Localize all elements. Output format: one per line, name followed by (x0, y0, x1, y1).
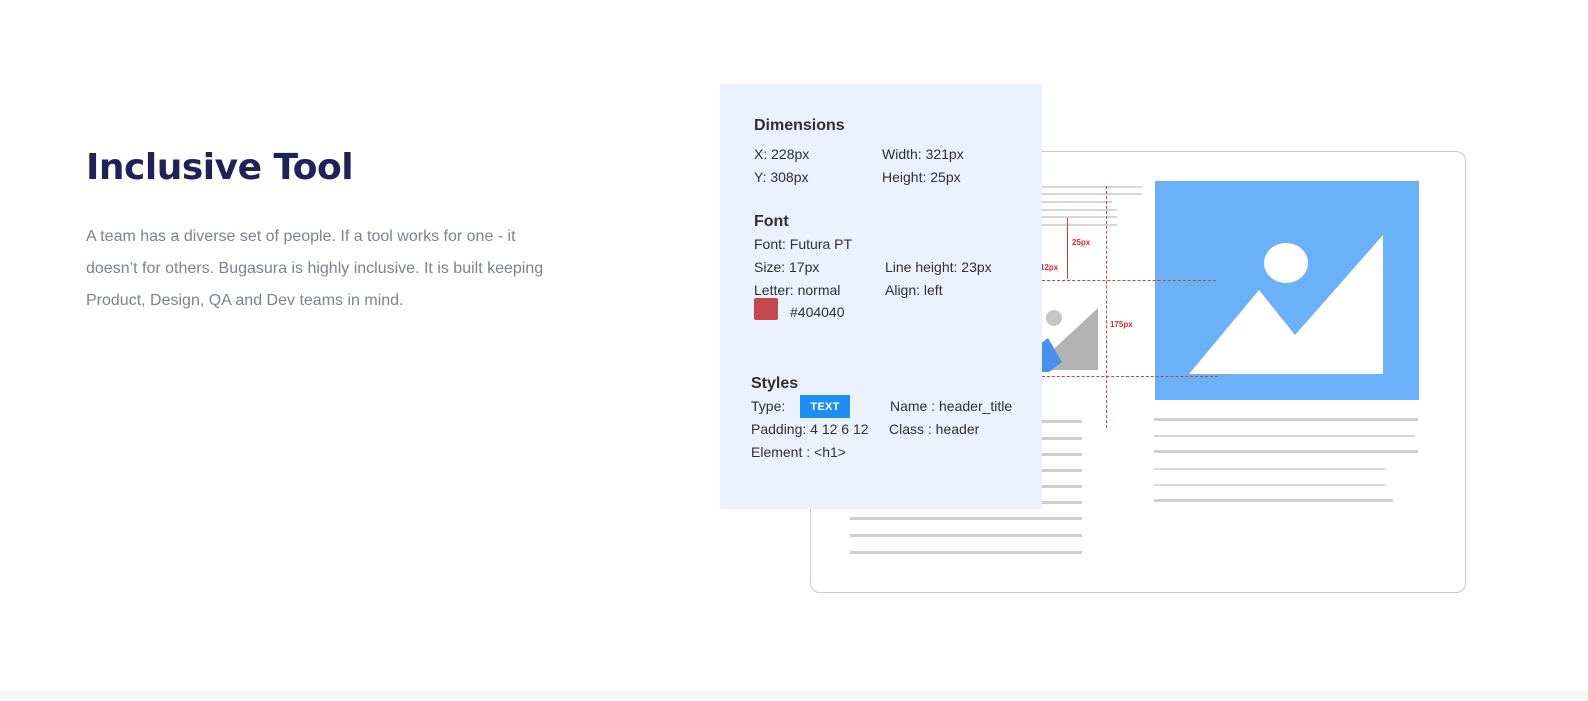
measure-line-vertical (1106, 186, 1107, 428)
font-size: Size: 17px (754, 259, 820, 275)
style-class: Class : header (889, 421, 980, 437)
color-swatch (754, 298, 778, 320)
image-placeholder-icon (1155, 181, 1419, 400)
dimension-x: X: 228px (754, 146, 810, 162)
font-align: Align: left (885, 282, 943, 298)
type-badge: TEXT (800, 395, 850, 418)
measure-line-vertical (1067, 218, 1068, 279)
style-element: Element : <h1> (751, 444, 846, 460)
mockup-text-line (850, 534, 1082, 537)
measure-line-horizontal (1042, 280, 1216, 281)
styles-heading: Styles (751, 375, 799, 392)
measure-line-horizontal (1042, 376, 1218, 377)
mockup-text-line (850, 551, 1082, 554)
font-color-hex: #404040 (790, 304, 845, 320)
font-line-height: Line height: 23px (885, 259, 992, 275)
section-description: A team has a diverse set of people. If a… (86, 228, 544, 309)
style-padding: Padding: 4 12 6 12 (751, 421, 869, 437)
mockup-text-line (1154, 450, 1418, 453)
measure-label-image-height: 175px (1110, 320, 1133, 329)
font-family: Font: Futura PT (754, 236, 853, 252)
measure-label-height: 25px (1072, 238, 1091, 247)
mockup-text-line (1154, 484, 1385, 486)
style-name: Name : header_title (890, 398, 1013, 414)
mockup-text-line (1042, 201, 1112, 203)
mockup-text-line (1154, 468, 1385, 470)
mockup-text-line (850, 517, 1082, 520)
mockup-text-line (1154, 418, 1418, 421)
dimension-height: Height: 25px (882, 169, 961, 185)
style-type-label: Type: (751, 398, 786, 414)
section-divider (0, 690, 1588, 701)
mockup-text-line (1154, 435, 1415, 437)
section-title: Inclusive Tool (86, 147, 354, 188)
dimensions-heading: Dimensions (754, 117, 845, 134)
measure-label-gap: 12px (1040, 263, 1059, 272)
font-heading: Font (754, 213, 789, 230)
dimension-y: Y: 308px (754, 169, 809, 185)
mockup-text-line (1042, 186, 1142, 188)
mockup-text-line (1042, 193, 1142, 195)
font-letter-spacing: Letter: normal (754, 282, 841, 298)
dimension-width: Width: 321px (882, 146, 964, 162)
mockup-text-line (1154, 499, 1393, 502)
